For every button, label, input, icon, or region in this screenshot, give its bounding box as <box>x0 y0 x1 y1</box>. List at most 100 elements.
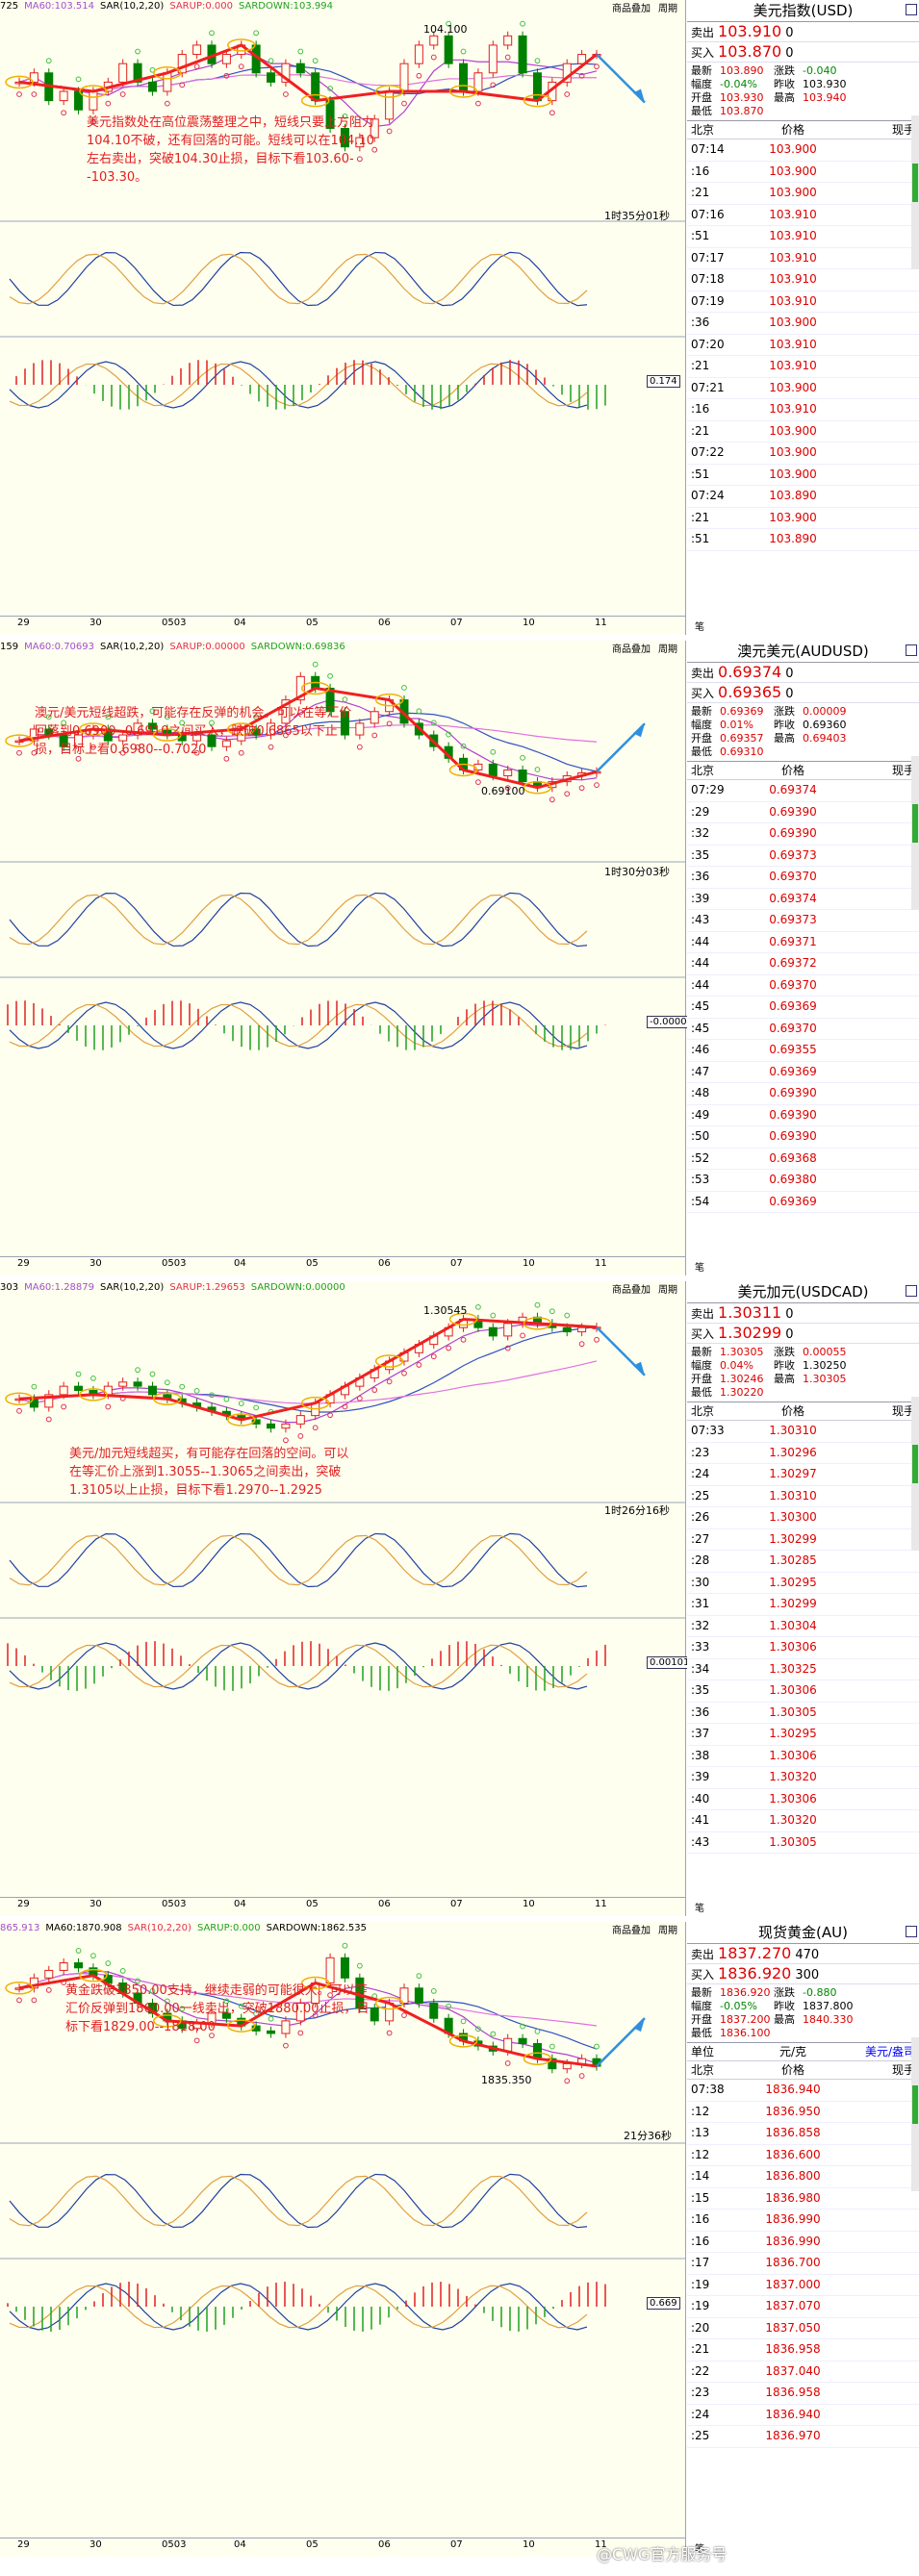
oscillator-line-2 <box>9 894 588 946</box>
tick-row: :34 1.30325 <box>687 1659 919 1680</box>
tick-list[interactable]: 07:33 1.30310:23 1.30296:24 1.30297:25 1.303… <box>687 1421 919 1854</box>
stat-cell: -0.04% <box>720 78 757 90</box>
expand-icon[interactable] <box>906 1926 917 1937</box>
stat-cell: 开盘 <box>691 1373 712 1385</box>
sar-dot <box>105 1960 112 1966</box>
tick-volume <box>841 421 915 442</box>
signal-line <box>9 363 588 407</box>
sell-row[interactable]: 卖出 0.69374 0 <box>687 663 919 683</box>
x-tick-label: 06 <box>378 1899 391 1909</box>
expand-icon[interactable] <box>906 1285 917 1297</box>
bottom-button[interactable]: 笔 <box>695 1259 704 1274</box>
chart-area[interactable]: 303 MA60:1.28879 SAR(10,2,20) SARUP:1.29653… <box>0 1281 693 1916</box>
expand-icon[interactable] <box>906 644 917 656</box>
scroll-thumb[interactable] <box>912 2085 918 2124</box>
x-tick-label: 04 <box>234 618 246 628</box>
scroll-thumb[interactable] <box>912 804 918 843</box>
tick-header-cell: 北京 <box>691 2063 715 2077</box>
tick-price: 1.30285 <box>769 1553 817 1567</box>
tick-list[interactable]: 07:38 1836.940:12 1836.950:13 1836.858:12 18… <box>687 2080 919 2448</box>
tick-volume <box>841 910 915 931</box>
chart-area[interactable]: 865.913 MA60:1870.908 SAR(10,2,20) SARUP:0.… <box>0 1922 686 2557</box>
tick-price: 0.69390 <box>769 1086 817 1099</box>
stat-cell: 1.30220 <box>720 1386 764 1399</box>
tick-header-cell: 单位 <box>691 2045 715 2058</box>
tick-volume <box>841 508 915 529</box>
tick-time: :50 <box>691 1129 710 1143</box>
stat-cell: 昨收 <box>774 78 795 90</box>
candle-body <box>355 722 365 736</box>
tick-volume <box>841 2339 915 2361</box>
tick-time: :21 <box>691 186 710 199</box>
tick-price: 1.30296 <box>769 1445 817 1459</box>
tick-row: :54 0.69369 <box>687 1192 919 1213</box>
tick-time: :39 <box>691 891 710 905</box>
tick-volume <box>841 335 915 356</box>
candle-body <box>518 2037 527 2044</box>
scroll-thumb[interactable] <box>912 164 918 202</box>
buy-volume: 0 <box>785 46 794 61</box>
sell-row[interactable]: 卖出 1837.270 470 <box>687 1944 919 1964</box>
tick-row: :15 1836.980 <box>687 2188 919 2210</box>
candle-body <box>74 1962 84 1969</box>
tick-volume <box>841 2361 915 2383</box>
buy-row[interactable]: 买入 103.870 0 <box>687 42 919 63</box>
sar-dot <box>549 110 555 116</box>
quote-scrollbar[interactable] <box>911 756 919 910</box>
bottom-button[interactable]: 笔 <box>695 1900 704 1914</box>
tick-time: :40 <box>691 1791 710 1806</box>
tick-row: :51 103.910 <box>687 226 919 248</box>
candle-body <box>532 2042 542 2059</box>
tick-volume <box>841 291 915 313</box>
tick-time: :22 <box>691 2363 710 2378</box>
sell-row[interactable]: 卖出 1.30311 0 <box>687 1303 919 1324</box>
tick-row: :23 1836.958 <box>687 2383 919 2405</box>
sell-row[interactable]: 卖出 103.910 0 <box>687 22 919 42</box>
stat-cell: 1.30305 <box>720 1346 764 1358</box>
tick-row: 07:20 103.910 <box>687 335 919 356</box>
quote-scrollbar[interactable] <box>911 1397 919 1551</box>
stat-cell: 涨跌 <box>774 705 795 718</box>
tick-time: :33 <box>691 1640 710 1654</box>
buy-row[interactable]: 买入 1.30299 0 <box>687 1324 919 1344</box>
tick-price: 103.900 <box>769 445 817 459</box>
chart-svg: 1.30545 <box>0 1301 685 1691</box>
tick-row: :26 1.30300 <box>687 1507 919 1529</box>
scroll-thumb[interactable] <box>912 1445 918 1483</box>
candle-body <box>267 1423 276 1429</box>
tick-volume <box>841 1659 915 1680</box>
tick-row: :39 1.30320 <box>687 1767 919 1789</box>
tick-volume <box>841 1192 915 1213</box>
bottom-button[interactable]: 笔 <box>695 619 704 633</box>
stat-cell: 开盘 <box>691 732 712 745</box>
x-tick-label: 0503 <box>162 2539 187 2550</box>
buy-row[interactable]: 买入 1836.920 300 <box>687 1964 919 1984</box>
tick-volume <box>841 1062 915 1083</box>
sar-dot <box>386 128 393 135</box>
quote-scrollbar[interactable] <box>911 2037 919 2191</box>
tick-list[interactable]: 07:14 103.900:16 103.900:21 103.900 07:16 103… <box>687 139 919 551</box>
tick-time: :31 <box>691 1597 710 1610</box>
tick-time: :27 <box>691 1531 710 1546</box>
x-tick-label: 07 <box>450 1258 463 1269</box>
candle-body <box>103 1385 113 1396</box>
quote-scrollbar[interactable] <box>911 115 919 269</box>
candle-body <box>267 72 276 83</box>
sell-label: 卖出 <box>691 1307 715 1321</box>
tick-price: 103.910 <box>769 272 817 286</box>
expand-icon[interactable] <box>906 4 917 15</box>
tick-price: 1.30299 <box>769 1597 817 1610</box>
tick-row: :37 1.30295 <box>687 1724 919 1746</box>
signal-line <box>9 2285 588 2329</box>
tick-price: 1.30320 <box>769 1813 817 1827</box>
sar-dot <box>460 2018 467 2025</box>
tick-list[interactable]: 07:29 0.69374:29 0.69390:32 0.69390:35 0.693… <box>687 780 919 1213</box>
chart-area[interactable]: 159 MA60:0.70693 SAR(10,2,20) SARUP:0.00000… <box>0 641 696 1275</box>
buy-row[interactable]: 买入 0.69365 0 <box>687 683 919 703</box>
tick-volume <box>841 1616 915 1637</box>
tick-time: :13 <box>691 2126 710 2139</box>
x-tick-label: 11 <box>595 1258 607 1269</box>
x-tick-label: 07 <box>450 618 463 628</box>
chart-area[interactable]: 725 MA60:103.514 SAR(10,2,20) SARUP:0.000 SA… <box>0 0 686 635</box>
sar-dot <box>504 2060 511 2066</box>
